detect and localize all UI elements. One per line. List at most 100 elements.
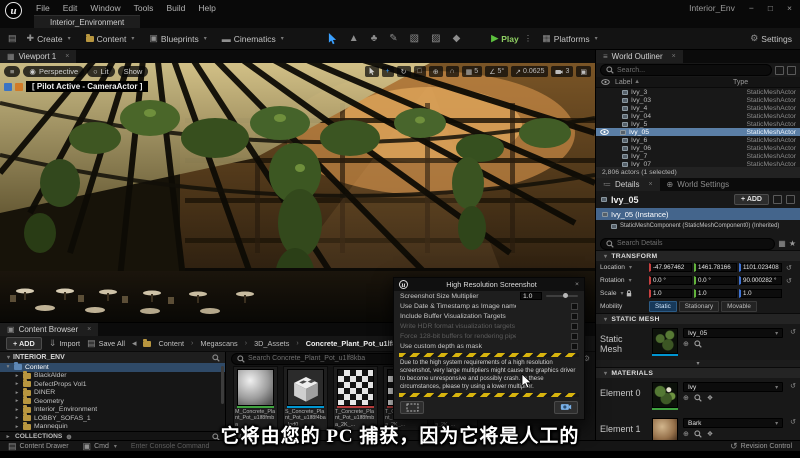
- close-button[interactable]: ×: [787, 3, 792, 13]
- mobility-movable-button[interactable]: Movable: [721, 301, 757, 312]
- materials-section-header[interactable]: ▾MATERIALS: [596, 367, 800, 378]
- new-folder-icon[interactable]: [775, 66, 784, 75]
- outliner-row[interactable]: Ivy_03StaticMeshActor: [596, 96, 800, 104]
- level-tab[interactable]: Interior_Environment: [34, 15, 140, 28]
- menu-tools[interactable]: Tools: [134, 3, 154, 13]
- column-type[interactable]: Type: [733, 79, 795, 86]
- content-button[interactable]: Content▾: [81, 32, 140, 46]
- outliner-row[interactable]: Ivy_7StaticMeshActor: [596, 152, 800, 160]
- take-screenshot-button[interactable]: [554, 401, 578, 414]
- close-icon[interactable]: ×: [648, 181, 652, 188]
- stop-pilot-icon[interactable]: [4, 83, 12, 91]
- eject-pilot-icon[interactable]: [15, 83, 23, 91]
- blueprints-button[interactable]: ▣Blueprints▾: [144, 31, 211, 46]
- tree-item[interactable]: ▸DefectProps Vol1: [0, 380, 225, 389]
- platforms-button[interactable]: ▦Platforms▾: [537, 31, 602, 46]
- tree-item[interactable]: ▸Geometry: [0, 397, 225, 406]
- menu-window[interactable]: Window: [90, 3, 120, 13]
- surface-snap-icon[interactable]: ∩: [446, 66, 459, 77]
- browse-to-icon[interactable]: [694, 340, 702, 348]
- details-search-input[interactable]: Search Details: [600, 238, 775, 250]
- fracture-mode-icon[interactable]: ▨: [431, 33, 440, 45]
- material-thumbnail[interactable]: [652, 382, 678, 408]
- menu-build[interactable]: Build: [166, 3, 185, 13]
- checkbox[interactable]: [571, 313, 578, 320]
- minimize-button[interactable]: −: [749, 3, 754, 13]
- checkbox[interactable]: [571, 303, 578, 310]
- browse-to-icon[interactable]: [694, 394, 702, 402]
- edit-material-icon[interactable]: ❖: [707, 394, 713, 402]
- close-icon[interactable]: ×: [87, 326, 91, 333]
- mobility-stationary-button[interactable]: Stationary: [679, 301, 719, 312]
- reset-icon[interactable]: ↺: [790, 328, 796, 336]
- select-tool-icon[interactable]: [365, 66, 379, 77]
- details-tab[interactable]: ≔Details×: [596, 178, 660, 191]
- column-label[interactable]: Label: [615, 79, 632, 86]
- add-component-button[interactable]: + ADD: [734, 194, 769, 205]
- chevron-right-icon[interactable]: ▸: [14, 407, 20, 413]
- favorites-icon[interactable]: ★: [789, 239, 796, 248]
- multiplier-field[interactable]: 1.0: [520, 292, 542, 300]
- transform-section-header[interactable]: ▾TRANSFORM: [596, 250, 800, 261]
- dialog-title-bar[interactable]: u High Resolution Screenshot ×: [394, 278, 584, 291]
- settings-button[interactable]: ⚙Settings: [750, 33, 792, 44]
- scale-tool-icon[interactable]: □: [414, 66, 426, 77]
- tree-item-content[interactable]: ▾Content: [0, 363, 225, 372]
- scrollbar[interactable]: [221, 366, 224, 404]
- tree-item[interactable]: ▸BlackAlder: [0, 372, 225, 381]
- outliner-search-input[interactable]: Search...: [600, 64, 772, 76]
- scale-x-field[interactable]: 1.0: [649, 289, 692, 298]
- outliner-row[interactable]: Ivy_6StaticMeshActor: [596, 136, 800, 144]
- chevron-right-icon[interactable]: ▸: [14, 390, 20, 396]
- foliage-mode-icon[interactable]: ♣: [371, 33, 378, 45]
- viewport-menu-button[interactable]: ≡: [4, 66, 20, 77]
- location-y-field[interactable]: 1461.78166: [694, 263, 737, 272]
- chevron-right-icon[interactable]: ▸: [14, 381, 20, 387]
- outliner-row[interactable]: Ivy_04StaticMeshActor: [596, 112, 800, 120]
- outliner-settings-icon[interactable]: [787, 66, 796, 75]
- tree-item[interactable]: ▸DINER: [0, 389, 225, 398]
- world-settings-tab[interactable]: ⊕World Settings: [660, 178, 737, 191]
- outliner-row[interactable]: Ivy_06StaticMeshActor: [596, 144, 800, 152]
- cinematics-button[interactable]: ▬Cinematics▾: [217, 32, 289, 46]
- mobility-static-button[interactable]: Static: [649, 301, 677, 312]
- rotation-x-field[interactable]: 0.0 °: [649, 276, 692, 285]
- lock-icon[interactable]: [786, 195, 795, 204]
- tree-item[interactable]: ▸Interior_Environment: [0, 406, 225, 415]
- world-space-icon[interactable]: ⊕: [429, 66, 443, 77]
- material-dropdown[interactable]: Ivy▾: [683, 382, 783, 392]
- sources-header[interactable]: ▾ INTERIOR_ENV: [0, 352, 225, 363]
- rotation-z-field[interactable]: 90.000282 °: [739, 276, 782, 285]
- scale-y-field[interactable]: 1.0: [694, 289, 737, 298]
- reset-icon[interactable]: ↺: [786, 277, 792, 285]
- close-icon[interactable]: ×: [575, 281, 579, 288]
- lock-icon[interactable]: [626, 290, 632, 297]
- scale-z-field[interactable]: 1.0: [739, 289, 782, 298]
- breadcrumb-item[interactable]: Megascans: [200, 339, 237, 348]
- static-mesh-section-header[interactable]: ▾STATIC MESH: [596, 313, 800, 324]
- brush-edit-mode-icon[interactable]: ✎: [389, 33, 397, 45]
- display-options-icon[interactable]: ▦: [778, 239, 786, 248]
- close-icon[interactable]: ×: [672, 53, 676, 60]
- play-options-icon[interactable]: ⋮: [524, 33, 533, 44]
- perspective-button[interactable]: ◉Perspective: [23, 66, 84, 77]
- slider-thumb[interactable]: [563, 293, 568, 298]
- use-selected-icon[interactable]: ⊕: [683, 340, 689, 348]
- rotate-tool-icon[interactable]: ↻: [397, 66, 411, 77]
- rotation-y-field[interactable]: 0.0 °: [694, 276, 737, 285]
- menu-file[interactable]: File: [36, 3, 50, 13]
- outliner-row[interactable]: Ivy_4StaticMeshActor: [596, 104, 800, 112]
- outliner-row[interactable]: Ivy_07StaticMeshActor: [596, 160, 800, 167]
- save-all-button[interactable]: ▤Save All: [87, 338, 125, 349]
- location-z-field[interactable]: 1101.023408: [739, 263, 782, 272]
- checkbox[interactable]: [571, 343, 578, 350]
- play-button[interactable]: ▶Play: [491, 33, 518, 44]
- use-selected-icon[interactable]: ⊕: [683, 394, 689, 402]
- multiplier-slider[interactable]: [546, 295, 578, 297]
- chevron-right-icon[interactable]: ▸: [14, 398, 20, 404]
- outliner-row-selected[interactable]: Ivy_05StaticMeshActor: [596, 128, 800, 136]
- breadcrumb-item[interactable]: 3D_Assets: [254, 339, 289, 348]
- component-row[interactable]: StaticMeshComponent (StaticMeshComponent…: [596, 220, 800, 232]
- mesh-paint-mode-icon[interactable]: ▧: [410, 33, 419, 45]
- reset-icon[interactable]: ↺: [786, 264, 792, 272]
